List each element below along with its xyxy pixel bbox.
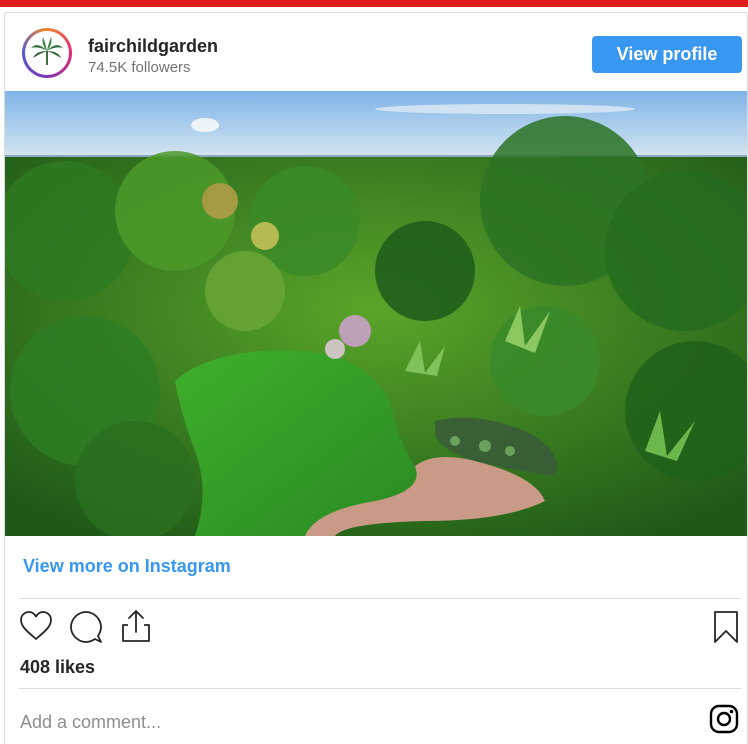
avatar[interactable] [22, 28, 72, 78]
comment-bubble-icon[interactable] [69, 610, 103, 649]
top-red-bar [0, 0, 748, 7]
post-image[interactable] [5, 91, 747, 536]
likes-count[interactable]: 408 likes [20, 657, 95, 678]
heart-icon[interactable] [19, 610, 53, 647]
instagram-icon[interactable] [709, 704, 739, 739]
divider [19, 598, 741, 599]
view-more-on-instagram-link[interactable]: View more on Instagram [23, 556, 231, 577]
view-profile-button[interactable]: View profile [592, 36, 742, 73]
post-header: fairchildgarden 74.5K followers View pro… [5, 13, 747, 91]
palm-logo-icon [25, 31, 69, 75]
divider [19, 688, 741, 689]
follower-count: 74.5K followers [88, 59, 191, 76]
bookmark-icon[interactable] [712, 610, 740, 649]
instagram-embed-card: fairchildgarden 74.5K followers View pro… [4, 12, 748, 744]
username[interactable]: fairchildgarden [88, 36, 218, 57]
share-icon[interactable] [119, 608, 153, 649]
add-comment-input[interactable] [20, 709, 660, 735]
